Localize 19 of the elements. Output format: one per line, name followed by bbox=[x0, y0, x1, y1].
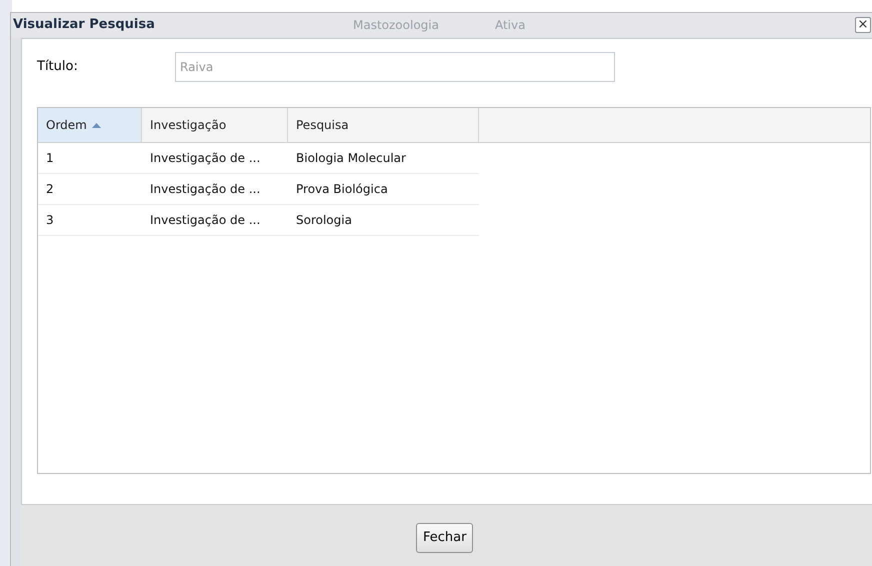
sort-ascending-icon bbox=[92, 122, 101, 128]
background-text: Ativa bbox=[494, 17, 526, 34]
table-cell-text: Investigação de ... bbox=[149, 150, 262, 167]
table-cell-text: Prova Biológica bbox=[295, 181, 389, 198]
close-button[interactable]: × bbox=[855, 17, 871, 33]
table-cell-text: Investigação de ... bbox=[149, 181, 262, 198]
table-cell-text: 2 bbox=[45, 181, 55, 198]
column-header[interactable]: Ordem bbox=[38, 108, 142, 142]
window-title: Visualizar Pesquisa bbox=[13, 16, 156, 34]
close-dialog-button[interactable]: Fechar bbox=[416, 523, 474, 553]
column-header[interactable]: Investigação bbox=[142, 108, 288, 142]
table-cell-text: Sorologia bbox=[295, 212, 353, 229]
title-label: Título: bbox=[37, 58, 79, 76]
column-header[interactable]: Pesquisa bbox=[288, 108, 479, 142]
background-text: Mastozoologia bbox=[353, 17, 439, 34]
table-cell-text: Investigação de ... bbox=[149, 212, 262, 229]
table-cell-text: 1 bbox=[45, 150, 55, 167]
table-cell-text: 3 bbox=[45, 212, 55, 229]
table-cell-text: Biologia Molecular bbox=[295, 150, 407, 167]
